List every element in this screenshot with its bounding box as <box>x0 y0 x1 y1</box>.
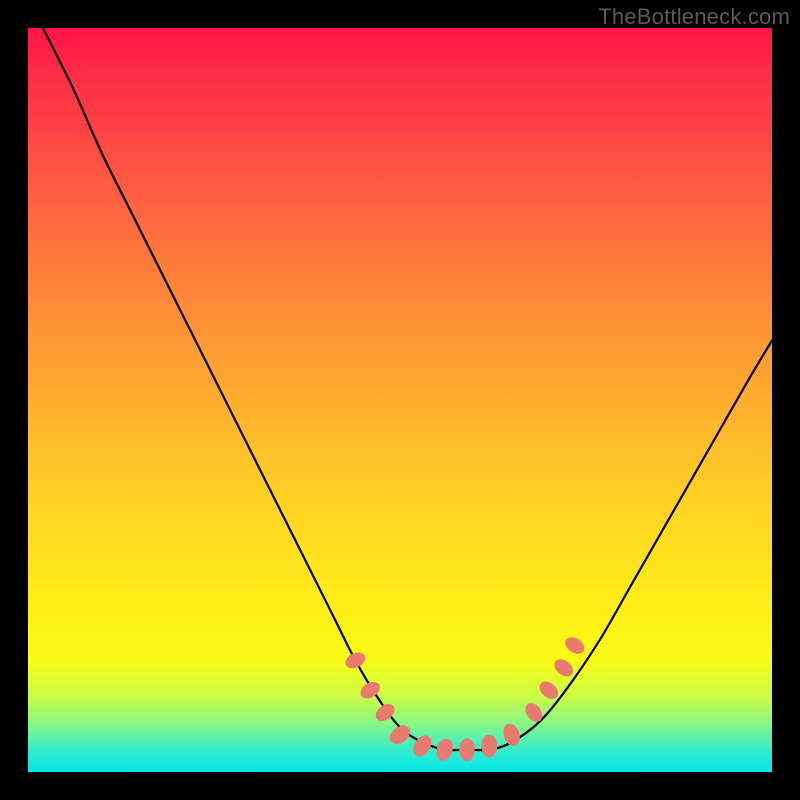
chart-frame: TheBottleneck.com <box>0 0 800 800</box>
curve-marker <box>522 700 546 725</box>
curve-marker <box>343 649 368 671</box>
curve-marker <box>459 738 475 761</box>
curve-marker <box>551 656 576 680</box>
curve-marker-group <box>343 634 588 763</box>
bottleneck-curve-svg <box>28 28 772 772</box>
curve-marker <box>536 678 561 702</box>
chart-plot-area <box>28 28 772 772</box>
watermark-text: TheBottleneck.com <box>598 4 790 30</box>
curve-marker <box>562 634 587 657</box>
curve-marker <box>481 735 497 758</box>
curve-marker <box>434 736 456 763</box>
bottleneck-curve-path <box>43 28 772 750</box>
curve-marker <box>501 722 523 749</box>
